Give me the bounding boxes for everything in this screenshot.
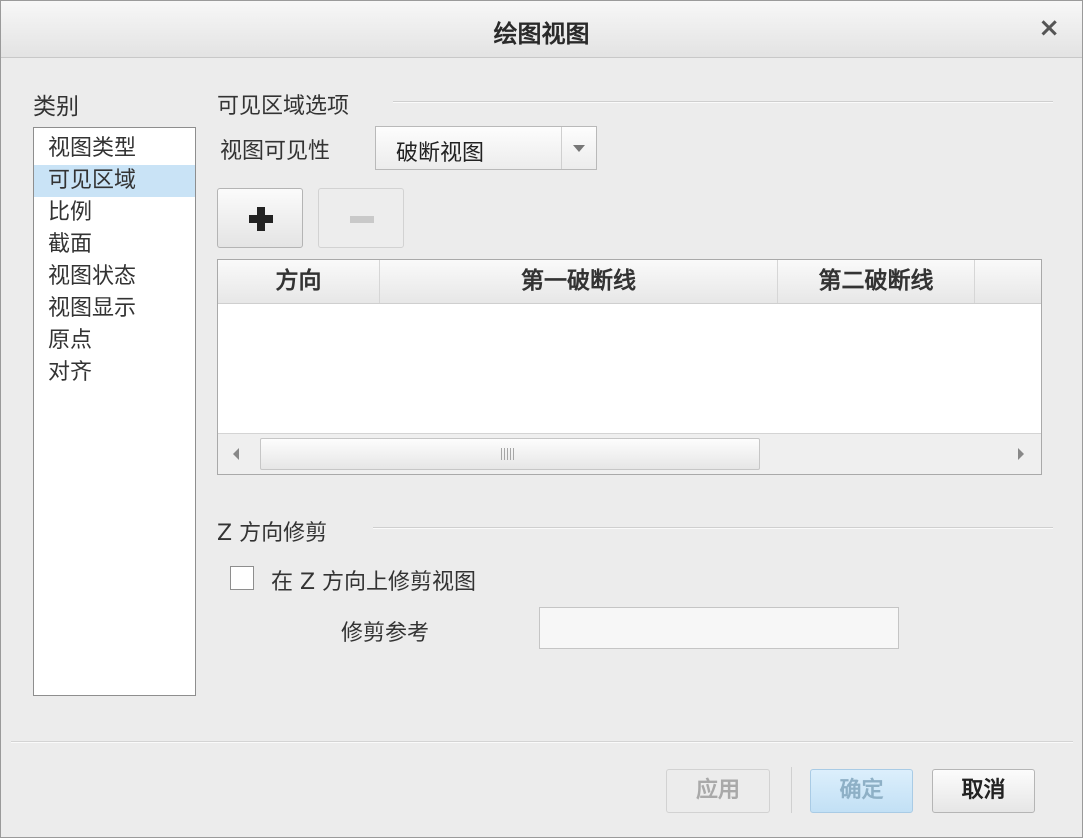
dialog-title: 绘图视图 [493,20,590,48]
button-separator [791,767,792,813]
category-item-section[interactable]: 截面 [34,229,195,261]
footer-divider [11,741,1073,743]
scroll-thumb[interactable] [260,438,760,470]
add-break-button[interactable] [217,188,303,248]
category-item-origin[interactable]: 原点 [34,325,195,357]
category-item-view-state[interactable]: 视图状态 [34,261,195,293]
z-clip-checkbox[interactable] [230,566,254,590]
column-header-second-break-line[interactable]: 第二破断线 [778,260,975,303]
column-header-direction[interactable]: 方向 [218,260,380,303]
ok-button[interactable]: 确定 [810,769,913,813]
view-visibility-select[interactable]: 破断视图 [375,126,597,170]
category-item-alignment[interactable]: 对齐 [34,357,195,389]
category-label: 类别 [33,94,79,120]
apply-button[interactable]: 应用 [666,769,770,813]
z-clip-section-title: Z 方向修剪 [217,521,328,546]
arrow-left-icon [233,448,239,460]
chevron-down-icon [573,145,585,152]
z-clip-checkbox-label: 在 Z 方向上修剪视图 [271,570,477,595]
close-icon[interactable]: × [1038,13,1060,43]
category-item-view-type[interactable]: 视图类型 [34,133,195,165]
visible-area-section-title: 可见区域选项 [217,94,350,119]
cancel-button[interactable]: 取消 [932,769,1035,813]
category-item-scale[interactable]: 比例 [34,197,195,229]
scroll-left-button[interactable] [218,434,258,474]
arrow-right-icon [1018,448,1024,460]
category-item-view-display[interactable]: 视图显示 [34,293,195,325]
view-visibility-label: 视图可见性 [220,139,331,164]
view-visibility-value: 破断视图 [396,141,485,166]
section-divider [393,101,1053,103]
table-header: 方向 第一破断线 第二破断线 [218,260,1041,304]
category-list: 视图类型 可见区域 比例 截面 视图状态 视图显示 原点 对齐 [33,127,196,696]
dropdown-button[interactable] [561,127,596,169]
scroll-right-button[interactable] [1001,434,1041,474]
minus-icon [350,216,374,223]
column-header-first-break-line[interactable]: 第一破断线 [380,260,778,303]
horizontal-scrollbar[interactable] [218,433,1041,474]
clip-reference-label: 修剪参考 [341,621,430,646]
category-item-visible-area[interactable]: 可见区域 [34,165,195,197]
section-divider [373,527,1053,529]
title-bar: 绘图视图 × [1,1,1082,58]
remove-break-button[interactable] [318,188,404,248]
drawing-view-dialog: 绘图视图 × 类别 视图类型 可见区域 比例 截面 视图状态 视图显示 原点 对… [0,0,1083,838]
clip-reference-field[interactable] [539,607,899,649]
break-table: 方向 第一破断线 第二破断线 [217,259,1042,475]
grip-icon [501,448,515,460]
